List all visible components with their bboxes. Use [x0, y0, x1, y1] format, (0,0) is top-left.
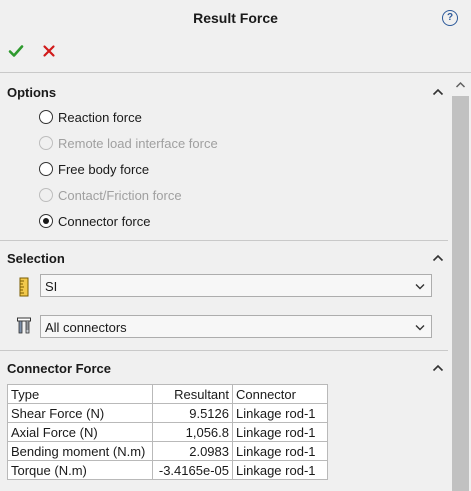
table-row[interactable]: Bending moment (N.m) 2.0983 Linkage rod-…: [7, 441, 328, 461]
table-cell-connector: Linkage rod-1: [232, 460, 328, 480]
table-cell-type: Torque (N.m): [7, 460, 153, 480]
connectors-dropdown-value: All connectors: [45, 320, 127, 335]
connector-force-section-title: Connector Force: [7, 361, 112, 376]
chevron-down-icon: [415, 284, 425, 290]
radio-contact-friction-force: Contact/Friction force: [39, 186, 182, 204]
chevron-down-icon: [415, 325, 425, 331]
table-row[interactable]: Shear Force (N) 9.5126 Linkage rod-1: [7, 403, 328, 423]
radio-remote-load-interface-force: Remote load interface force: [39, 134, 218, 152]
radio-connector-force[interactable]: Connector force: [39, 212, 151, 230]
connectors-dropdown[interactable]: All connectors: [40, 315, 432, 338]
selection-section-title: Selection: [7, 251, 65, 266]
radio-button[interactable]: [39, 110, 53, 124]
radio-label: Remote load interface force: [58, 135, 218, 151]
connector-icon: [17, 317, 31, 334]
section-divider: [0, 240, 448, 241]
table-header-row: Type Resultant Connector: [7, 384, 328, 404]
radio-button: [39, 188, 53, 202]
table-cell-resultant: 2.0983: [152, 441, 233, 461]
radio-free-body-force[interactable]: Free body force: [39, 160, 149, 178]
radio-button-selected[interactable]: [39, 214, 53, 228]
scroll-up-arrow-icon[interactable]: [452, 76, 469, 94]
connector-force-table: Type Resultant Connector Shear Force (N)…: [7, 384, 328, 480]
radio-button[interactable]: [39, 162, 53, 176]
table-cell-connector: Linkage rod-1: [232, 441, 328, 461]
options-collapse-chevron-icon[interactable]: [432, 87, 444, 97]
table-cell-type: Axial Force (N): [7, 422, 153, 442]
section-divider: [0, 350, 448, 351]
table-cell-type: Bending moment (N.m): [7, 441, 153, 461]
column-header-connector[interactable]: Connector: [232, 384, 328, 404]
table-cell-resultant: 1,056.8: [152, 422, 233, 442]
radio-label: Contact/Friction force: [58, 187, 182, 203]
panel-title: Result Force: [193, 10, 278, 26]
table-cell-connector: Linkage rod-1: [232, 403, 328, 423]
table-row[interactable]: Torque (N.m) -3.4165e-05 Linkage rod-1: [7, 460, 328, 480]
table-cell-resultant: -3.4165e-05: [152, 460, 233, 480]
radio-reaction-force[interactable]: Reaction force: [39, 108, 142, 126]
radio-button: [39, 136, 53, 150]
radio-label: Connector force: [58, 213, 151, 229]
radio-label: Reaction force: [58, 109, 142, 125]
table-cell-connector: Linkage rod-1: [232, 422, 328, 442]
help-icon[interactable]: ?: [442, 10, 458, 26]
column-header-resultant[interactable]: Resultant: [152, 384, 233, 404]
units-dropdown-value: SI: [45, 279, 58, 294]
ruler-units-icon: [19, 277, 29, 297]
table-row[interactable]: Axial Force (N) 1,056.8 Linkage rod-1: [7, 422, 328, 442]
options-section-title: Options: [7, 85, 57, 100]
column-header-type[interactable]: Type: [7, 384, 153, 404]
units-dropdown[interactable]: SI: [40, 274, 432, 297]
radio-label: Free body force: [58, 161, 150, 177]
ok-checkmark-icon[interactable]: [8, 43, 24, 59]
table-cell-resultant: 9.5126: [152, 403, 233, 423]
cancel-x-icon[interactable]: [41, 43, 57, 59]
title-bar: Result Force ?: [0, 0, 471, 36]
table-cell-type: Shear Force (N): [7, 403, 153, 423]
connector-force-collapse-chevron-icon[interactable]: [432, 363, 444, 373]
selection-collapse-chevron-icon[interactable]: [432, 253, 444, 263]
panel-divider: [0, 72, 471, 73]
scrollbar-thumb[interactable]: [452, 96, 469, 491]
